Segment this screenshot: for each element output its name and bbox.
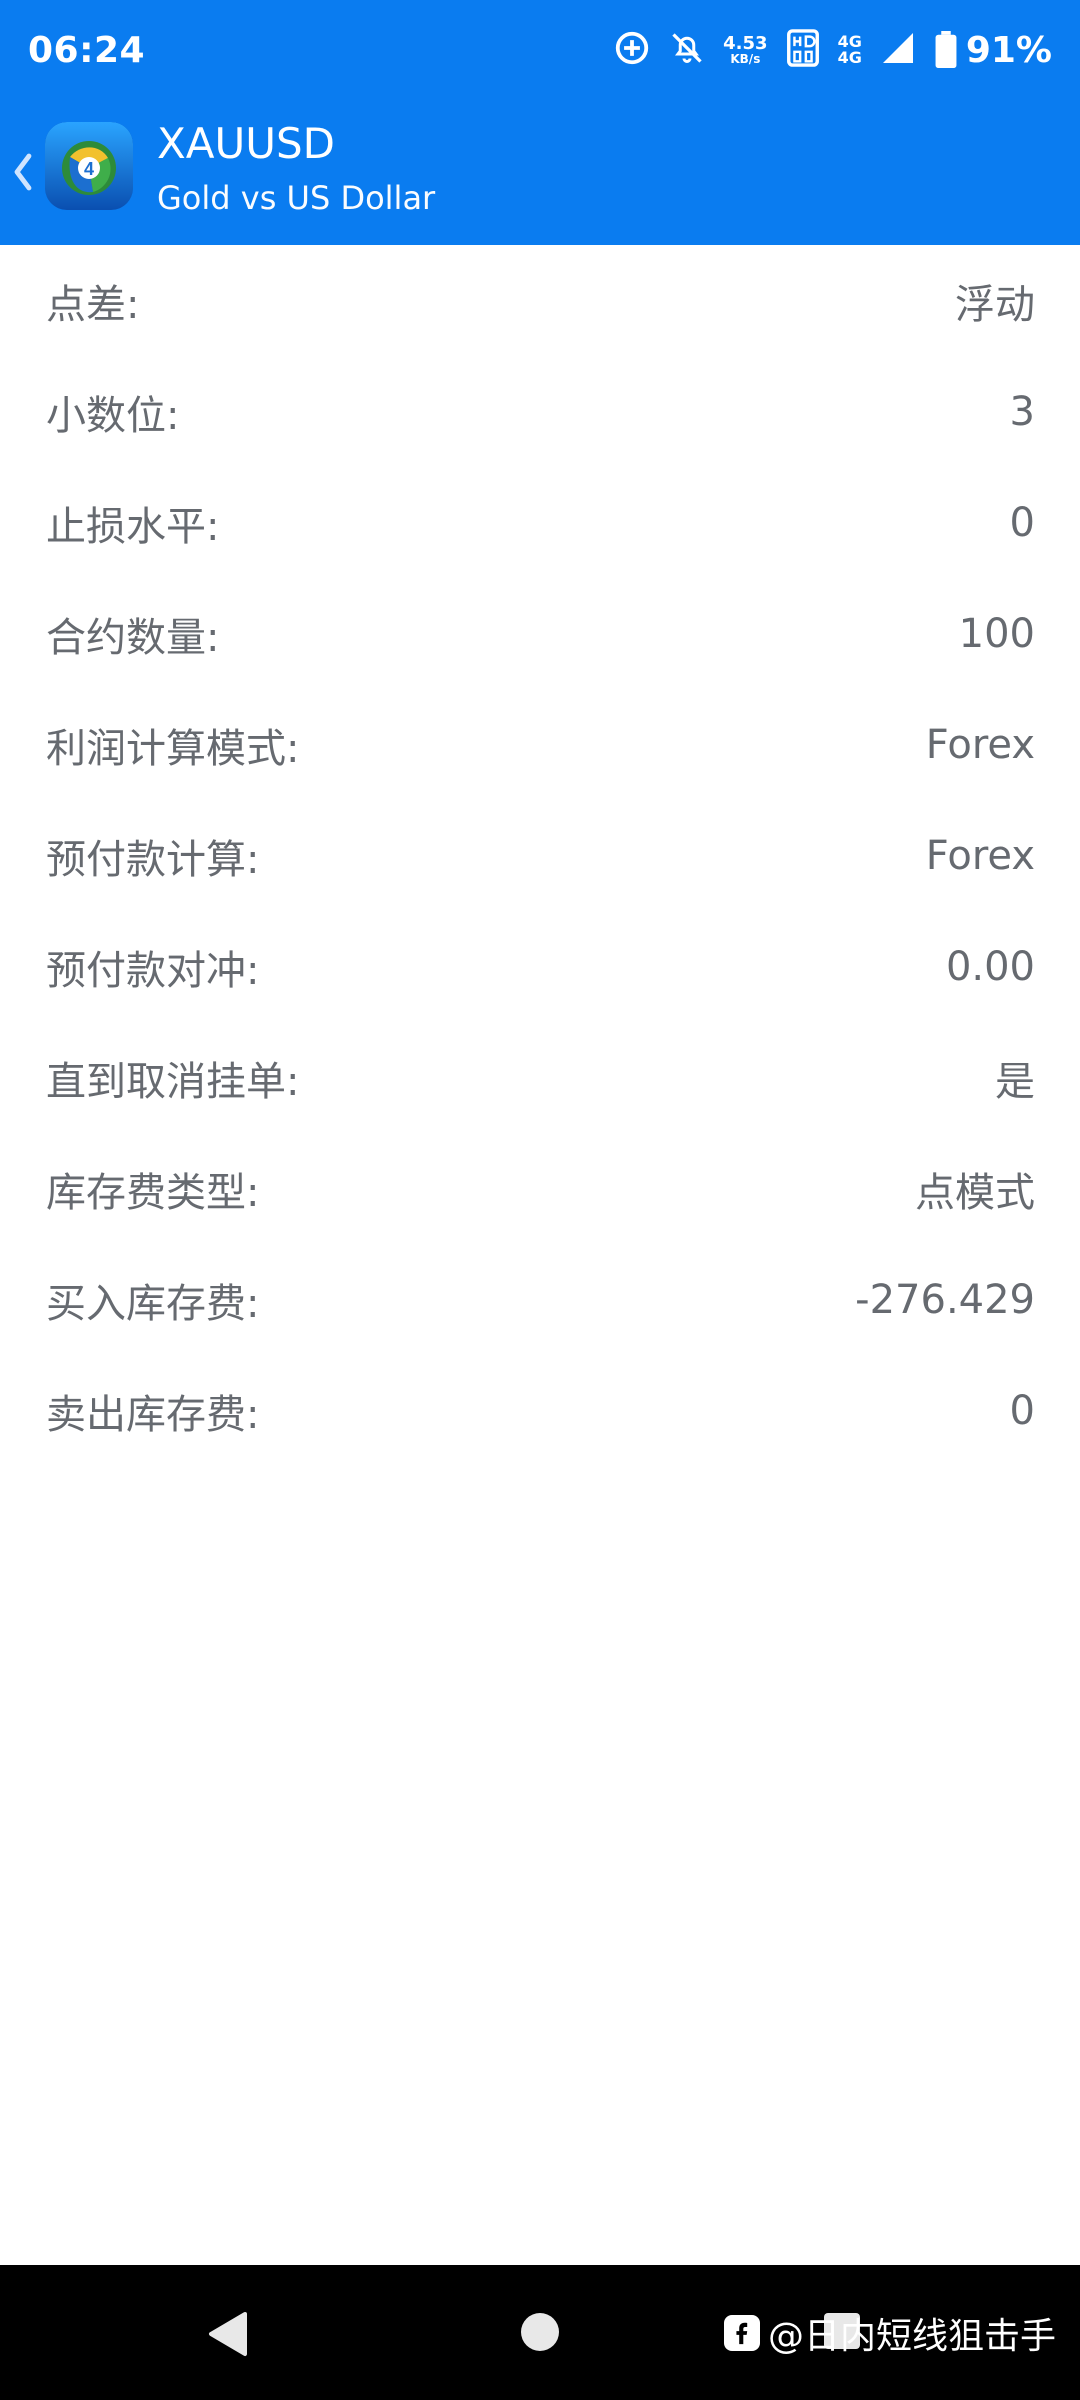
spec-value: 100	[958, 610, 1035, 657]
status-bar: 06:24 4.53 KB/s 4G 4G 91%	[0, 0, 1080, 100]
spec-list: 点差: 浮动 小数位: 3 止损水平: 0 合约数量: 100 利润计算模式: …	[0, 245, 1080, 1466]
chevron-left-icon	[14, 153, 32, 191]
page-subtitle: Gold vs US Dollar	[157, 179, 436, 217]
nav-back-button[interactable]	[205, 2310, 249, 2362]
spec-label: 点差:	[46, 281, 140, 328]
triangle-back-icon	[209, 2312, 247, 2356]
spec-value: Forex	[925, 721, 1035, 768]
network-speed: 4.53 KB/s	[723, 33, 768, 66]
spec-label: 卖出库存费:	[46, 1391, 260, 1438]
top-bar: 06:24 4.53 KB/s 4G 4G 91% 4 XAUUSD Gold …	[0, 0, 1080, 245]
network-speed-unit: KB/s	[730, 52, 761, 66]
spec-row-swap-long: 买入库存费: -276.429	[0, 1244, 1080, 1355]
spec-label: 止损水平:	[46, 503, 220, 550]
platform-logo-icon	[724, 2315, 760, 2351]
watermark: @日内短线狙击手	[724, 2309, 1056, 2357]
spec-label: 合约数量:	[46, 614, 220, 661]
spec-value: 3	[1009, 388, 1035, 435]
spec-value: 0	[1009, 1387, 1035, 1434]
page-title: XAUUSD	[157, 119, 335, 168]
hd-icon	[786, 29, 820, 71]
status-icons: 4.53 KB/s 4G 4G 91%	[613, 29, 1052, 71]
battery: 91%	[934, 30, 1052, 71]
status-time: 06:24	[28, 29, 146, 71]
back-button[interactable]	[8, 142, 38, 202]
signal-icon	[880, 30, 916, 70]
spec-row-digits: 小数位: 3	[0, 356, 1080, 467]
spec-row-margin-calc: 预付款计算: Forex	[0, 800, 1080, 911]
spec-value: 浮动	[955, 281, 1035, 328]
spec-label: 买入库存费:	[46, 1280, 260, 1327]
spec-row-margin-hedge: 预付款对冲: 0.00	[0, 911, 1080, 1022]
spec-value: 点模式	[915, 1169, 1035, 1216]
system-nav-bar: @日内短线狙击手	[0, 2265, 1080, 2400]
spec-label: 预付款计算:	[46, 836, 260, 883]
screen: 06:24 4.53 KB/s 4G 4G 91% 4 XAUUSD Gold …	[0, 0, 1080, 2400]
spec-value: 0	[1009, 499, 1035, 546]
spec-label: 直到取消挂单:	[46, 1058, 300, 1105]
spec-label: 利润计算模式:	[46, 725, 300, 772]
network-type-bottom: 4G	[837, 48, 862, 67]
spec-value: Forex	[925, 832, 1035, 879]
spec-label: 库存费类型:	[46, 1169, 260, 1216]
spec-label: 小数位:	[46, 392, 180, 439]
bell-off-icon	[669, 30, 705, 70]
spec-row-stop-level: 止损水平: 0	[0, 467, 1080, 578]
battery-icon	[935, 31, 957, 69]
data-saver-icon	[613, 29, 651, 71]
watermark-text: @日内短线狙击手	[768, 2316, 1057, 2357]
spec-row-swap-type: 库存费类型: 点模式	[0, 1133, 1080, 1244]
spec-label: 预付款对冲:	[46, 947, 260, 994]
spec-row-spread: 点差: 浮动	[0, 245, 1080, 356]
svg-text:4: 4	[84, 159, 94, 179]
nav-home-button[interactable]	[521, 2313, 559, 2351]
spec-value: 是	[995, 1058, 1035, 1105]
network-type: 4G 4G	[838, 34, 862, 66]
network-speed-value: 4.53	[723, 33, 768, 54]
spec-row-contract-size: 合约数量: 100	[0, 578, 1080, 689]
metatrader-app-icon[interactable]: 4	[45, 122, 133, 210]
spec-value: 0.00	[945, 943, 1035, 990]
spec-row-profit-mode: 利润计算模式: Forex	[0, 689, 1080, 800]
spec-value: -276.429	[855, 1276, 1035, 1323]
spec-row-gtc: 直到取消挂单: 是	[0, 1022, 1080, 1133]
battery-percentage: 91%	[965, 29, 1052, 71]
app-bar: 4 XAUUSD Gold vs US Dollar	[0, 100, 1080, 245]
spec-row-swap-short: 卖出库存费: 0	[0, 1355, 1080, 1466]
